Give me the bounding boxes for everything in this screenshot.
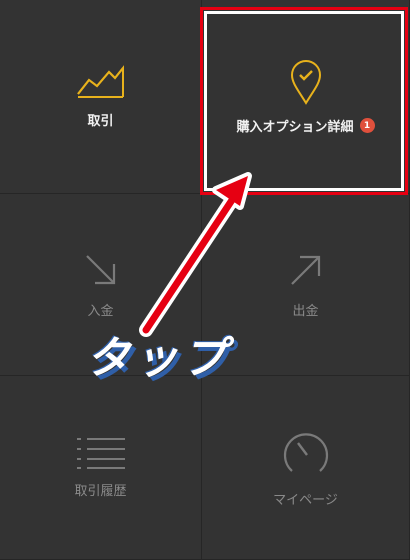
tap-annotation-text: タップ: [86, 333, 230, 384]
tile-trade-history-label: 取引履歴: [74, 484, 127, 499]
trend-chart-icon: [76, 65, 124, 98]
purchase-option-details-text: 購入オプション詳細: [236, 120, 354, 135]
list-icon: [76, 438, 125, 469]
tile-purchase-option-details[interactable]: 購入オプション詳細 1: [202, 0, 410, 194]
tile-withdraw[interactable]: 出金: [202, 194, 410, 376]
tile-trade[interactable]: 取引: [0, 0, 202, 194]
tile-trade-label: 取引: [87, 114, 114, 129]
tile-my-page[interactable]: マイページ: [202, 376, 410, 560]
arrow-down-right-icon: [85, 255, 115, 285]
tile-purchase-option-details-label: 購入オプション詳細 1: [236, 116, 375, 135]
tile-deposit-label: 入金: [87, 304, 114, 319]
arrow-up-right-icon: [290, 255, 320, 285]
menu-grid: 取引 購入オプション詳細 1 入金 出金 取引履歴 マイページ: [0, 0, 410, 560]
tile-withdraw-label: 出金: [292, 304, 319, 319]
tile-trade-history[interactable]: 取引履歴: [0, 376, 202, 560]
location-check-icon: [290, 60, 321, 105]
gauge-icon: [283, 433, 328, 472]
screen: 取引 購入オプション詳細 1 入金 出金 取引履歴 マイページ タップ: [0, 0, 410, 560]
notification-badge: 1: [359, 118, 375, 133]
tile-my-page-label: マイページ: [273, 493, 338, 508]
